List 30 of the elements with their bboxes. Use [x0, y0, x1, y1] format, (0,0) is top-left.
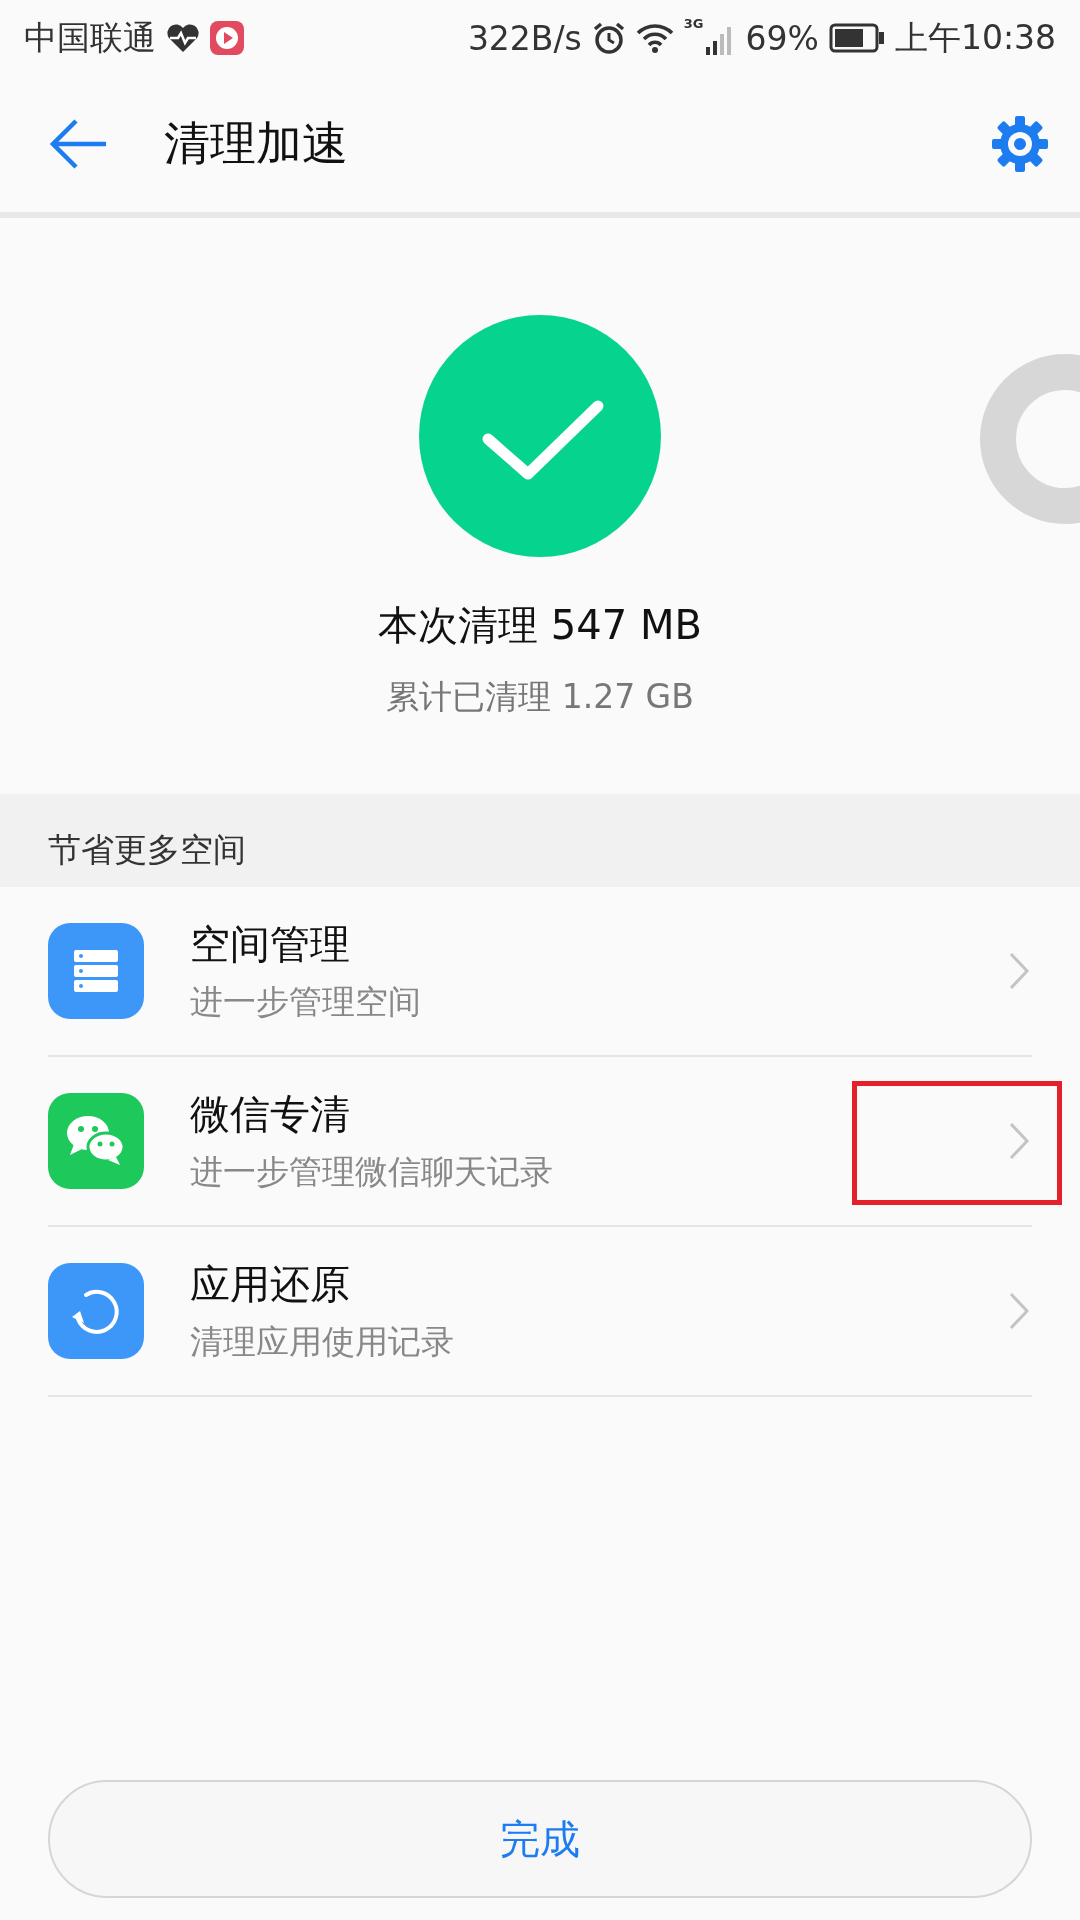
- heart-rate-icon: [166, 23, 200, 53]
- alarm-icon: [591, 21, 626, 55]
- list-item[interactable]: 空间管理 进一步管理空间: [48, 887, 1032, 1057]
- success-check-icon: [418, 314, 662, 558]
- battery-percent: 69%: [745, 18, 819, 58]
- list-item[interactable]: 微信专清 进一步管理微信聊天记录: [48, 1057, 1032, 1227]
- clock: 上午10:38: [894, 16, 1056, 59]
- item-subtitle: 进一步管理微信聊天记录: [190, 1151, 554, 1193]
- chevron-right-icon: [1008, 951, 1030, 991]
- network-speed: 322B/s: [467, 18, 582, 58]
- section-title: 节省更多空间: [48, 829, 246, 871]
- list-item[interactable]: 应用还原 清理应用使用记录: [48, 1227, 1032, 1397]
- network-type: 3G: [683, 16, 704, 31]
- item-subtitle: 清理应用使用记录: [190, 1321, 455, 1363]
- chevron-right-icon: [1008, 1121, 1030, 1161]
- video-app-icon: [210, 21, 244, 55]
- settings-icon[interactable]: [990, 114, 1050, 174]
- back-arrow-icon[interactable]: [50, 118, 108, 170]
- done-button[interactable]: 完成: [48, 1780, 1032, 1898]
- item-title: 空间管理: [190, 920, 351, 969]
- cleaned-amount: 本次清理 547 MB: [378, 601, 702, 650]
- item-title: 应用还原: [190, 1260, 351, 1309]
- item-subtitle: 进一步管理空间: [190, 981, 422, 1023]
- battery-icon: [828, 23, 885, 53]
- carrier-name: 中国联通: [24, 16, 156, 59]
- chevron-right-icon: [1008, 1291, 1030, 1331]
- item-title: 微信专清: [190, 1090, 351, 1139]
- page-title: 清理加速: [164, 115, 349, 172]
- total-cleaned: 累计已清理 1.27 GB: [386, 676, 694, 718]
- wifi-icon: [635, 22, 674, 54]
